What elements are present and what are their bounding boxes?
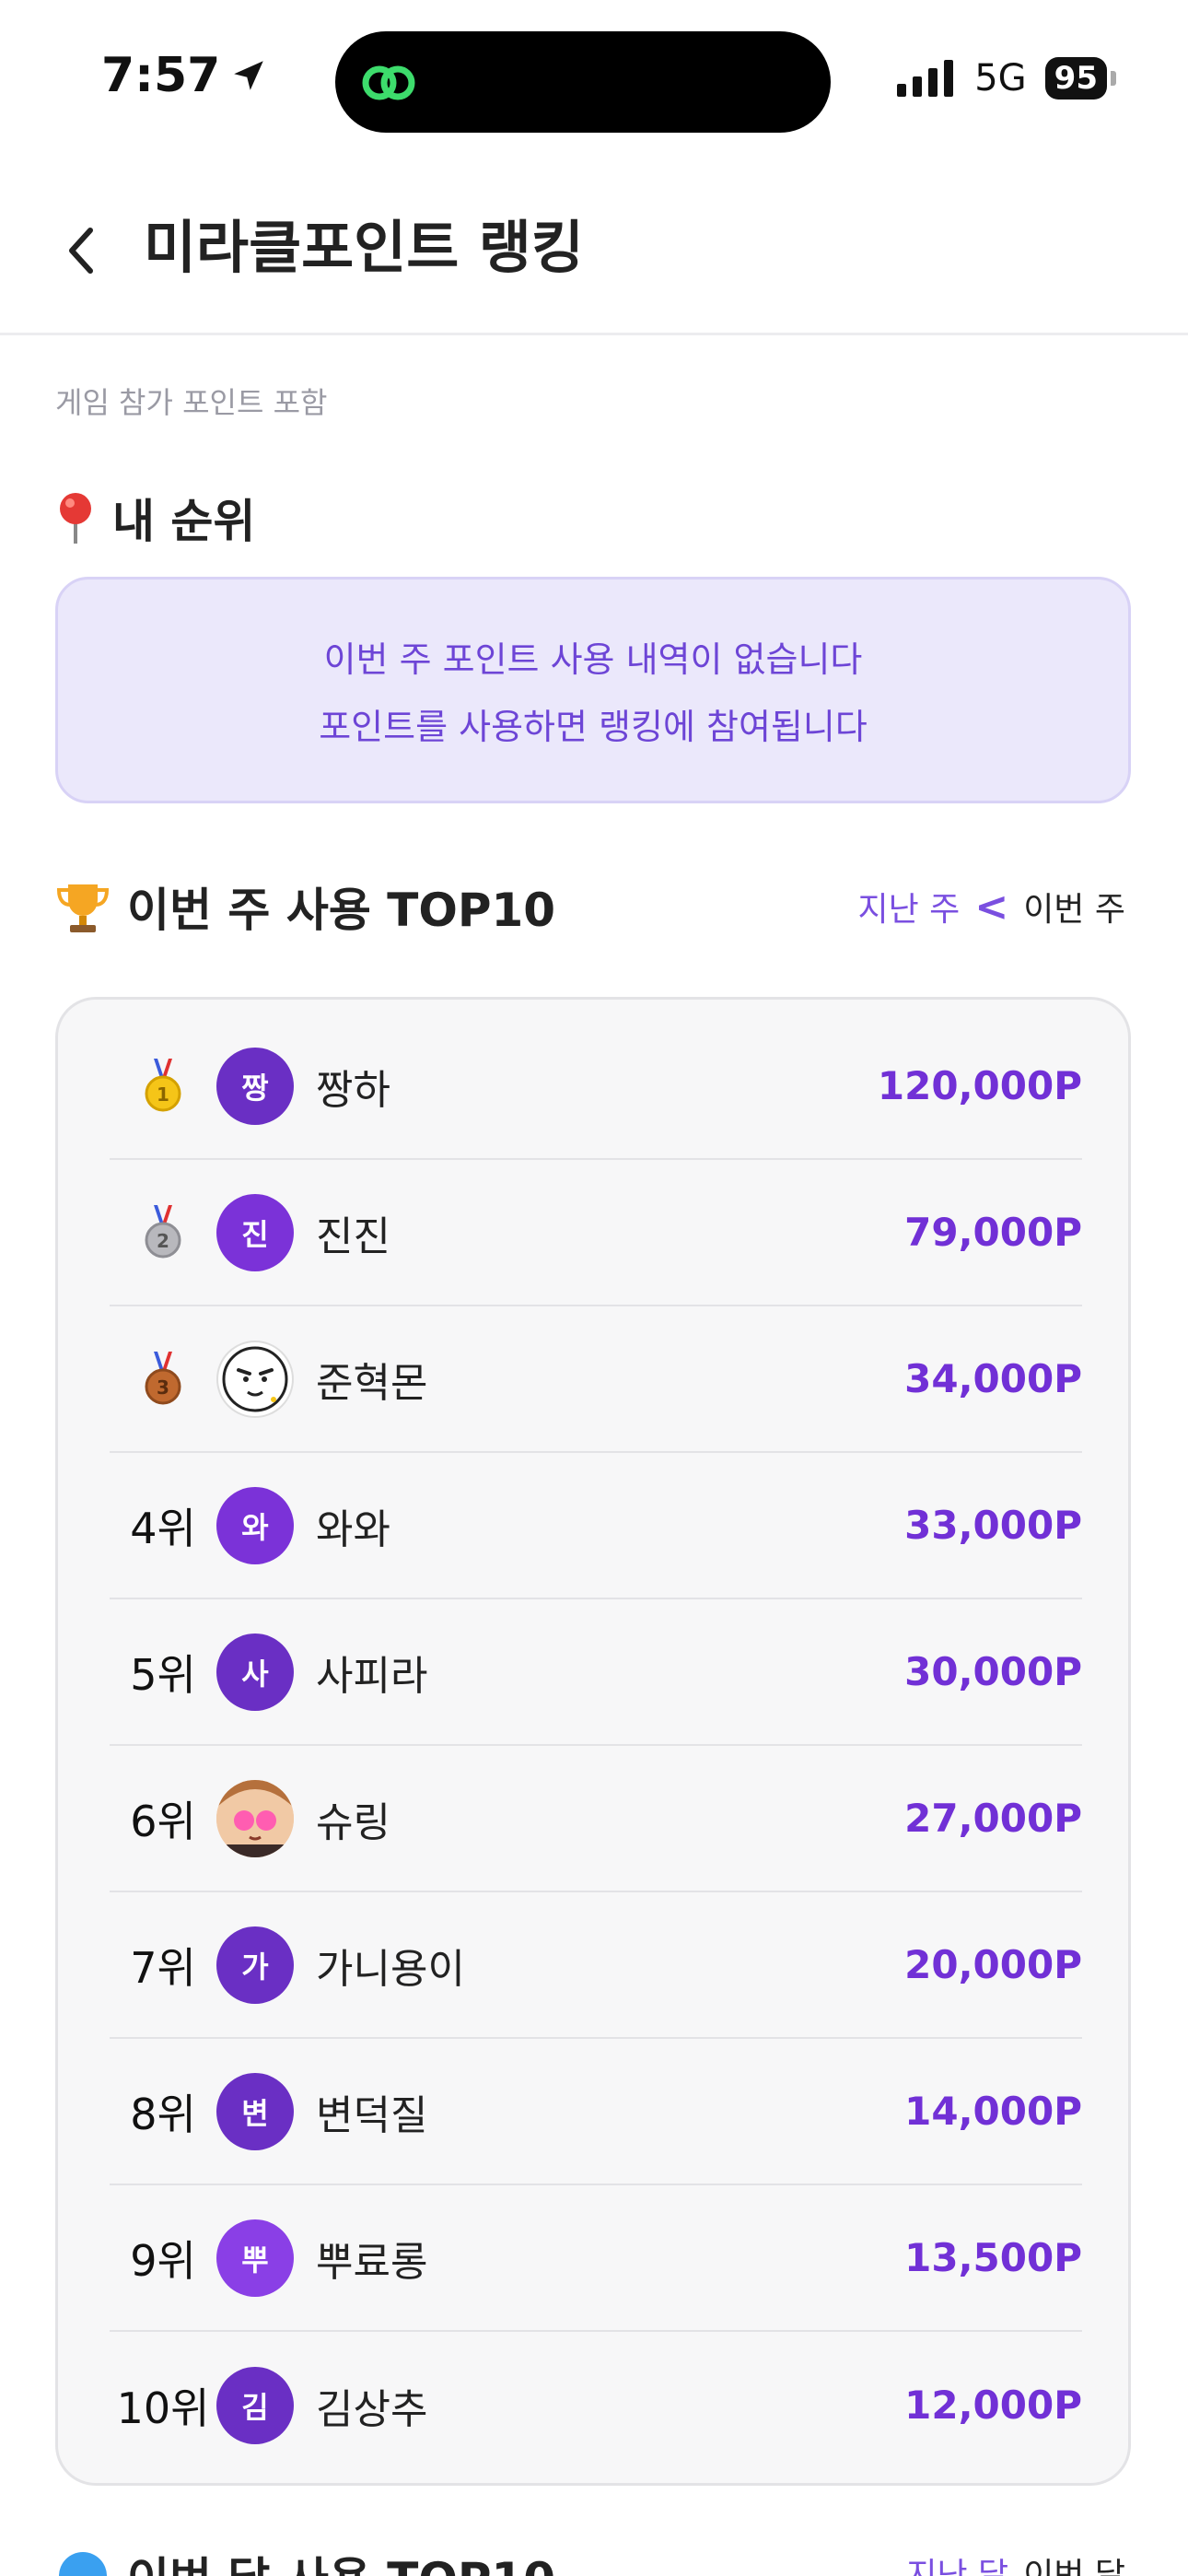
user-points: 33,000P <box>904 1503 1082 1548</box>
user-points: 34,000P <box>904 1356 1082 1401</box>
my-rank-heading: 내 순위 <box>55 485 255 551</box>
avatar-photo-image <box>216 1779 294 1857</box>
prev-week-button[interactable]: 지난 주 <box>858 883 961 931</box>
ranking-row[interactable]: 7위 가 가니용이 20,000P <box>110 1892 1082 2039</box>
user-name: 와와 <box>316 1505 390 1553</box>
ranking-row[interactable]: 10위 김 김상추 12,000P <box>110 2332 1082 2478</box>
dynamic-island <box>335 31 831 133</box>
avatar: 변 <box>216 2072 294 2150</box>
avatar: 김 <box>216 2366 294 2444</box>
empty-message-line2: 포인트를 사용하면 랭킹에 참여됩니다 <box>319 707 868 747</box>
current-month-label[interactable]: 이번 달 <box>1023 2548 1125 2576</box>
svg-text:3: 3 <box>157 1376 169 1399</box>
avatar: 진 <box>216 1193 294 1271</box>
points-note: 게임 참가 포인트 포함 <box>55 385 328 420</box>
svg-text:1: 1 <box>157 1083 169 1106</box>
ranking-screen: 7:57 5G 95 미라클포인트 랭킹 게임 참가 포인트 포함 내 순위 이… <box>0 0 1188 2576</box>
status-bar: 7:57 5G 95 <box>0 0 1188 157</box>
gold-medal-icon: 1 <box>110 1058 216 1114</box>
my-rank-title: 내 순위 <box>112 495 256 548</box>
battery-level: 95 <box>1044 57 1107 100</box>
ranking-row[interactable]: 6위 슈링 27,000P <box>110 1746 1082 1892</box>
user-points: 13,500P <box>904 2235 1082 2280</box>
user-name: 슈링 <box>316 1798 390 1846</box>
back-button[interactable] <box>53 214 109 287</box>
monthly-top10-heading: 이번 달 사용 TOP10 <box>55 2543 555 2576</box>
system-indicators: 5G 95 <box>897 57 1116 100</box>
user-name: 준혁몬 <box>316 1359 428 1407</box>
period-toggle: 지난 주 < 이번 주 <box>858 883 1126 931</box>
user-points: 12,000P <box>904 2383 1082 2428</box>
battery-icon: 95 <box>1044 57 1116 100</box>
location-arrow-icon <box>234 61 264 90</box>
weekly-top10-heading: 이번 주 사용 TOP10 <box>55 873 555 940</box>
rank-label: 6위 <box>130 1796 196 1846</box>
user-name: 사피라 <box>316 1652 428 1700</box>
user-points: 20,000P <box>904 1942 1082 1987</box>
rank-label: 10위 <box>116 2383 210 2433</box>
current-week-label[interactable]: 이번 주 <box>1023 883 1125 931</box>
user-points: 30,000P <box>904 1649 1082 1694</box>
avatar-cartoon-image <box>216 1340 294 1418</box>
ranking-row[interactable]: 3 준혁몬 34,000P <box>110 1306 1082 1453</box>
user-name: 짱하 <box>316 1066 390 1114</box>
ranking-row[interactable]: 1 짱 짱하 120,000P <box>110 1013 1082 1160</box>
weekly-title: 이번 주 사용 TOP10 <box>127 884 556 937</box>
ranking-row[interactable]: 8위 변 변덕질 14,000P <box>110 2039 1082 2185</box>
chevron-left-toggle-icon[interactable]: < <box>974 884 1008 931</box>
user-name: 김상추 <box>316 2385 428 2433</box>
user-points: 79,000P <box>904 1210 1082 1255</box>
silver-medal-icon: 2 <box>110 1204 216 1260</box>
monthly-period-toggle: 지난 달 이번 달 <box>906 2548 1125 2576</box>
my-rank-empty-state: 이번 주 포인트 사용 내역이 없습니다 포인트를 사용하면 랭킹에 참여됩니다 <box>55 577 1131 803</box>
page-title: 미라클포인트 랭킹 <box>144 214 584 281</box>
battery-tip <box>1111 71 1116 86</box>
user-points: 14,000P <box>904 2089 1082 2134</box>
rank-label: 4위 <box>130 1503 196 1553</box>
ranking-row[interactable]: 2 진 진진 79,000P <box>110 1160 1082 1306</box>
medal-icon <box>59 2552 107 2576</box>
ranking-list: 1 짱 짱하 120,000P 2 진 진진 79,000P 3 준혁몬 34,… <box>55 997 1131 2486</box>
rank-label: 8위 <box>130 2089 196 2139</box>
avatar: 뿌 <box>216 2219 294 2297</box>
ranking-row[interactable]: 9위 뿌 뿌료롱 13,500P <box>110 2185 1082 2332</box>
ranking-row[interactable]: 5위 사 사피라 30,000P <box>110 1599 1082 1746</box>
user-name: 가니용이 <box>316 1945 465 1993</box>
rank-label: 9위 <box>130 2235 196 2286</box>
avatar: 가 <box>216 1926 294 2004</box>
avatar: 와 <box>216 1486 294 1564</box>
app-link-icon <box>362 65 415 100</box>
time-text: 7:57 <box>101 48 221 103</box>
network-label: 5G <box>974 57 1027 100</box>
empty-message-line1: 이번 주 포인트 사용 내역이 없습니다 <box>323 639 863 680</box>
status-time: 7:57 <box>101 48 268 103</box>
avatar: 짱 <box>216 1047 294 1125</box>
rank-label: 7위 <box>130 1942 196 1993</box>
ranking-row[interactable]: 4위 와 와와 33,000P <box>110 1453 1082 1599</box>
user-points: 27,000P <box>904 1796 1082 1841</box>
user-name: 진진 <box>316 1212 390 1260</box>
pin-icon <box>60 493 91 544</box>
rank-label: 5위 <box>130 1649 196 1700</box>
signal-icon <box>897 60 954 97</box>
trophy-icon <box>56 884 110 932</box>
prev-month-button[interactable]: 지난 달 <box>906 2548 1008 2576</box>
chevron-left-icon <box>69 228 93 274</box>
user-name: 변덕질 <box>316 2091 428 2139</box>
user-name: 뿌료롱 <box>316 2238 428 2286</box>
app-header: 미라클포인트 랭킹 <box>0 166 1188 335</box>
monthly-title: 이번 달 사용 TOP10 <box>127 2543 555 2576</box>
user-points: 120,000P <box>877 1063 1082 1108</box>
svg-text:2: 2 <box>157 1230 169 1252</box>
bronze-medal-icon: 3 <box>110 1351 216 1407</box>
avatar: 사 <box>216 1633 294 1711</box>
